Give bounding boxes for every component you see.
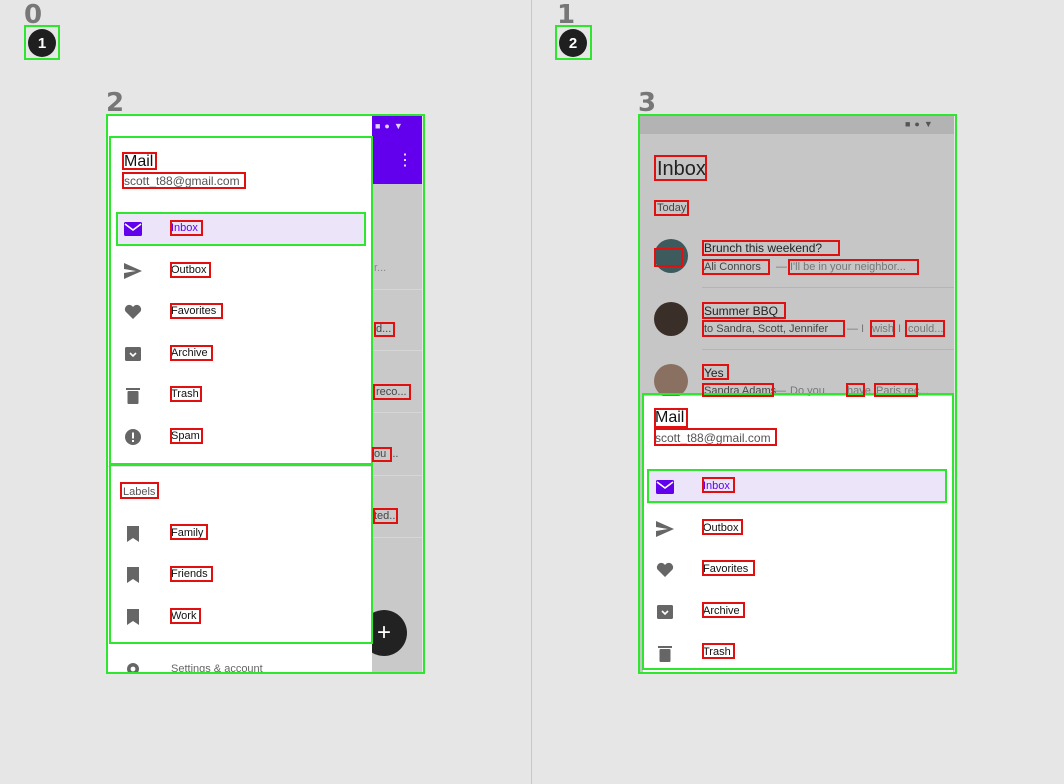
right-phone-screen: ■●▼ Inbox Today Brunch this weekend? Ali…: [640, 116, 954, 672]
bookmark-icon: [124, 525, 142, 543]
nav-item-inbox[interactable]: Inbox: [647, 470, 945, 504]
nav-item-label: Outbox: [703, 522, 739, 534]
nav-item-trash[interactable]: Trash: [647, 636, 945, 670]
bookmark-icon: [124, 566, 142, 584]
message-preview: I: [861, 323, 865, 335]
drawer-title: Mail: [124, 153, 154, 170]
message-sender: Ali Connors: [704, 261, 761, 273]
nav-item-label: Trash: [171, 388, 199, 400]
message-preview: could...: [908, 323, 944, 335]
nav-item-family[interactable]: Family: [116, 517, 366, 551]
avatar: [654, 302, 688, 336]
nav-item-label: Friends: [171, 568, 208, 580]
annotation-label: 1: [557, 0, 576, 30]
nav-item-label: Favorites: [703, 563, 749, 575]
nav-item-label: Outbox: [171, 264, 207, 276]
nav-item-spam[interactable]: Spam: [116, 420, 366, 454]
nav-item-friends[interactable]: Friends: [116, 558, 366, 592]
message-snippet: reco...: [376, 386, 407, 398]
send-icon: [124, 262, 142, 280]
separator-dash: —: [847, 323, 858, 335]
nav-item-label: Archive: [703, 605, 740, 617]
nav-item-favorites[interactable]: Favorites: [647, 553, 945, 587]
nav-item-trash[interactable]: Trash: [116, 378, 366, 412]
message-sender: to Sandra, Scott, Jennifer: [704, 323, 829, 335]
nav-item-label: Inbox: [703, 480, 730, 492]
message-snippet: ted...: [374, 510, 399, 522]
nav-item-label: Favorites: [171, 305, 217, 317]
nav-item-favorites[interactable]: Favorites: [116, 295, 366, 329]
bottom-navigation-drawer: Mail scott_t88@gmail.com Inbox Outbox Fa…: [643, 396, 953, 672]
nav-item-work[interactable]: Work: [116, 600, 366, 634]
nav-item-inbox[interactable]: Inbox: [116, 212, 366, 246]
nav-item-outbox[interactable]: Outbox: [116, 254, 366, 288]
panel-divider: [531, 0, 532, 784]
nav-item-label: Settings & account: [171, 663, 263, 672]
labels-header: Labels: [123, 486, 156, 498]
heart-icon: [656, 561, 674, 579]
more-menu-icon[interactable]: ⋮: [397, 150, 413, 170]
account-email: scott_t88@gmail.com: [124, 174, 240, 188]
account-email: scott_t88@gmail.com: [655, 431, 771, 445]
message-subject[interactable]: Yes: [704, 366, 724, 380]
message-subject[interactable]: Brunch this weekend?: [704, 241, 822, 255]
send-icon: [656, 520, 674, 538]
nav-item-archive[interactable]: Archive: [647, 595, 945, 629]
nav-item-label: Inbox: [171, 222, 198, 234]
page-title: Inbox: [657, 158, 706, 180]
nav-item-label: Family: [171, 527, 204, 539]
nav-item-label: Spam: [171, 430, 200, 442]
annotation-label: 3: [638, 88, 657, 118]
archive-icon: [124, 345, 142, 363]
step-badge: 2: [559, 29, 587, 57]
message-snippet: ou ...: [374, 448, 399, 460]
message-subject[interactable]: Summer BBQ: [704, 304, 778, 318]
nav-item-settings[interactable]: Settings & account: [116, 654, 366, 672]
navigation-drawer: Mail scott_t88@gmail.com Inbox Outbox Fa…: [108, 116, 372, 672]
heart-icon: [124, 303, 142, 321]
message-preview: wish: [872, 323, 895, 335]
message-preview: I: [898, 323, 902, 335]
annotation-label: 0: [24, 0, 43, 30]
inbox-icon: [656, 478, 674, 496]
gear-icon: [124, 660, 142, 672]
avatar: [654, 364, 688, 398]
message-snippet: r...: [374, 262, 387, 274]
message-preview: I'll be in your neighbor...: [790, 261, 906, 273]
left-phone-screen: ■●▼ ⋮ r... d... reco... ou ... ted... + …: [108, 116, 422, 672]
trash-icon: [124, 386, 142, 404]
nav-item-outbox[interactable]: Outbox: [647, 512, 945, 546]
alert-icon: [124, 428, 142, 446]
nav-item-label: Trash: [703, 646, 731, 658]
nav-item-archive[interactable]: Archive: [116, 337, 366, 371]
inbox-icon: [124, 220, 142, 238]
archive-icon: [656, 603, 674, 621]
drawer-title: Mail: [655, 409, 685, 426]
nav-item-label: Work: [171, 610, 197, 622]
nav-item-label: Archive: [171, 347, 208, 359]
trash-icon: [656, 644, 674, 662]
section-header: Today: [657, 202, 687, 214]
separator-dash: —: [776, 261, 787, 273]
message-snippet: d...: [376, 323, 392, 335]
bookmark-icon: [124, 608, 142, 626]
step-badge: 1: [28, 29, 56, 57]
avatar: [654, 239, 688, 273]
